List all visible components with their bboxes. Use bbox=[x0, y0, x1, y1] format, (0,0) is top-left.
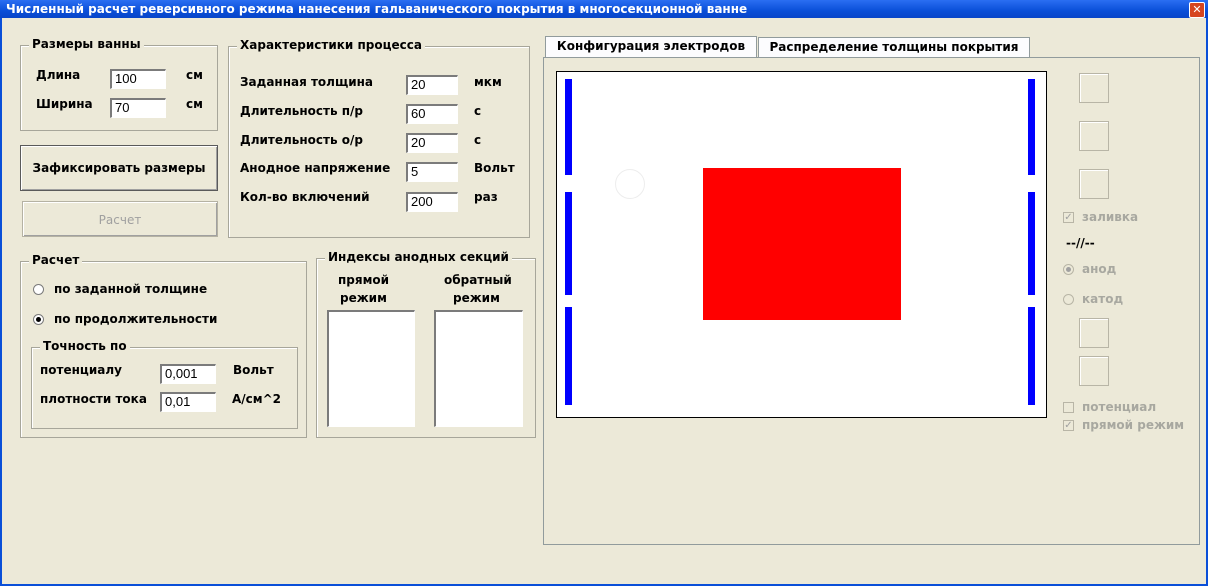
potential-accuracy-input[interactable]: 0,001 bbox=[160, 364, 216, 384]
reverse-mode-label-bottom: режим bbox=[453, 291, 500, 305]
fix-size-button[interactable]: Зафиксировать размеры bbox=[20, 145, 218, 191]
electrode-canvas[interactable] bbox=[556, 71, 1047, 418]
direct-mode-label-bottom: режим bbox=[340, 291, 387, 305]
right-electrode-middle bbox=[1028, 192, 1035, 295]
close-button[interactable]: ✕ bbox=[1189, 2, 1205, 18]
thickness-input[interactable]: 20 bbox=[406, 75, 458, 95]
switch-count-unit: раз bbox=[474, 190, 498, 204]
calc-by-duration-label: по продолжительности bbox=[54, 312, 218, 326]
bath-size-legend: Размеры ванны bbox=[29, 37, 144, 51]
right-electrode-bottom bbox=[1028, 307, 1035, 405]
switch-count-label: Кол-во включений bbox=[240, 190, 370, 204]
direct-mode-checkbox-label: прямой режим bbox=[1082, 418, 1185, 432]
fill-label: заливка bbox=[1082, 210, 1139, 224]
thickness-label: Заданная толщина bbox=[240, 75, 374, 89]
separator-label: --//-- bbox=[1066, 236, 1095, 250]
current-accuracy-input[interactable]: 0,01 bbox=[160, 392, 216, 412]
thickness-unit: мкм bbox=[474, 75, 502, 89]
anode-voltage-unit: Вольт bbox=[474, 161, 515, 175]
width-unit: см bbox=[186, 97, 203, 111]
cathode-radio[interactable] bbox=[1063, 294, 1074, 305]
cursor-circle bbox=[615, 169, 645, 199]
workpiece-cathode bbox=[703, 168, 901, 320]
calc-by-duration-radio[interactable] bbox=[33, 314, 44, 325]
width-input[interactable]: 70 bbox=[110, 98, 166, 118]
process-legend: Характеристики процесса bbox=[237, 38, 425, 52]
anode-voltage-input[interactable]: 5 bbox=[406, 162, 458, 182]
switch-count-input[interactable]: 200 bbox=[406, 192, 458, 212]
window-title: Численный расчет реверсивного режима нан… bbox=[6, 2, 748, 16]
left-electrode-middle bbox=[565, 192, 572, 295]
tool-button-2[interactable] bbox=[1079, 121, 1109, 151]
anode-radio[interactable] bbox=[1063, 264, 1074, 275]
reverse-mode-label-top: обратный bbox=[444, 273, 512, 287]
anode-label: анод bbox=[1082, 262, 1117, 276]
tool-button-1[interactable] bbox=[1079, 73, 1109, 103]
potential-accuracy-unit: Вольт bbox=[233, 363, 274, 377]
direct-duration-input[interactable]: 60 bbox=[406, 104, 458, 124]
current-accuracy-label: плотности тока bbox=[40, 392, 147, 406]
title-bar: Численный расчет реверсивного режима нан… bbox=[0, 0, 1208, 18]
calc-by-thickness-radio[interactable] bbox=[33, 284, 44, 295]
tab-electrode-config[interactable]: Конфигурация электродов bbox=[545, 36, 757, 58]
tool-button-4[interactable] bbox=[1079, 318, 1109, 348]
tool-button-5[interactable] bbox=[1079, 356, 1109, 386]
direct-mode-label-top: прямой bbox=[338, 273, 390, 287]
width-label: Ширина bbox=[36, 97, 93, 111]
direct-mode-listbox[interactable] bbox=[327, 310, 415, 427]
calc-legend: Расчет bbox=[29, 253, 83, 267]
left-electrode-bottom bbox=[565, 307, 572, 405]
tab-thickness-distribution[interactable]: Распределение толщины покрытия bbox=[758, 37, 1030, 57]
current-accuracy-unit: А/см^2 bbox=[232, 392, 281, 406]
calculate-button[interactable]: Расчет bbox=[22, 201, 218, 237]
reverse-duration-unit: с bbox=[474, 133, 482, 147]
potential-checkbox[interactable] bbox=[1063, 402, 1074, 413]
length-label: Длина bbox=[36, 68, 81, 82]
length-unit: см bbox=[186, 68, 203, 82]
reverse-duration-label: Длительность о/р bbox=[240, 133, 363, 147]
potential-accuracy-label: потенциалу bbox=[40, 363, 122, 377]
direct-duration-label: Длительность п/р bbox=[240, 104, 363, 118]
direct-mode-checkbox[interactable]: ✓ bbox=[1063, 420, 1074, 431]
calc-by-thickness-label: по заданной толщине bbox=[54, 282, 208, 296]
anode-voltage-label: Анодное напряжение bbox=[240, 161, 391, 175]
right-electrode-top bbox=[1028, 79, 1035, 175]
reverse-mode-listbox[interactable] bbox=[434, 310, 523, 427]
potential-label: потенциал bbox=[1082, 400, 1157, 414]
length-input[interactable]: 100 bbox=[110, 69, 166, 89]
accuracy-group: Точность по bbox=[31, 339, 298, 429]
fill-checkbox[interactable]: ✓ bbox=[1063, 212, 1074, 223]
reverse-duration-input[interactable]: 20 bbox=[406, 133, 458, 153]
direct-duration-unit: с bbox=[474, 104, 482, 118]
left-electrode-top bbox=[565, 79, 572, 175]
accuracy-legend: Точность по bbox=[40, 339, 130, 353]
cathode-label: катод bbox=[1082, 292, 1124, 306]
anode-indices-legend: Индексы анодных секций bbox=[325, 250, 512, 264]
tool-button-3[interactable] bbox=[1079, 169, 1109, 199]
